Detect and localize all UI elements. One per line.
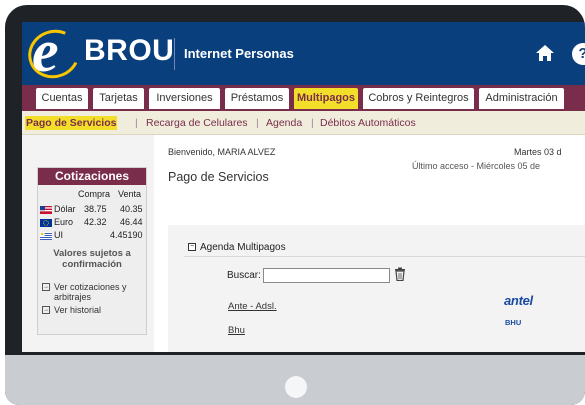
uy-flag-icon [40, 232, 52, 240]
screen: e BROU Internet Personas ? Cuentas Tarje… [22, 22, 585, 352]
logo-mark[interactable]: e [32, 22, 59, 86]
tab-cuentas[interactable]: Cuentas [36, 88, 88, 109]
trash-icon[interactable] [394, 267, 406, 281]
service-link-antel[interactable]: Ante - Adsl. [228, 301, 277, 312]
last-access: Último acceso - Miércoles 05 de [412, 161, 541, 171]
tab-label: Cuentas [41, 92, 83, 104]
quote-sell: 46.44 [120, 217, 143, 227]
tab-administracion[interactable]: Administración [479, 88, 564, 109]
quote-buy: 42.32 [84, 217, 107, 227]
page-title: Pago de Servicios [168, 170, 269, 184]
quote-buy: 38.75 [84, 204, 107, 214]
link-label: Ver historial [54, 305, 102, 315]
subnav-recarga-celulares[interactable]: Recarga de Celulares [146, 111, 248, 135]
quote-row-euro: Euro 42.32 46.44 [40, 217, 146, 228]
tab-prestamos[interactable]: Préstamos [225, 88, 289, 109]
subnav-pago-servicios[interactable]: Pago de Servicios [25, 111, 118, 135]
quote-sell: 4.45190 [110, 230, 143, 240]
subnav-debitos-automaticos[interactable]: Débitos Automáticos [320, 111, 416, 135]
expand-icon: → [42, 306, 50, 314]
link-label: Ver cotizaciones y arbitrajes [54, 282, 127, 302]
tab-label: Cobros y Reintegros [368, 92, 469, 104]
subnav-agenda[interactable]: Agenda [266, 111, 302, 135]
quotes-disclaimer: Valores sujetos a confirmación [53, 248, 131, 270]
site-title: Internet Personas [184, 46, 294, 61]
tab-label: Administración [485, 92, 558, 104]
us-flag-icon [40, 206, 52, 214]
bhu-logo: BHU [505, 318, 522, 327]
main-content: Bienvenido, MARIA ALVEZ Martes 03 d Últi… [154, 135, 585, 352]
tab-cobros-reintegros[interactable]: Cobros y Reintegros [363, 88, 474, 109]
panel-title-text: Agenda Multipagos [200, 242, 286, 253]
agenda-panel: − Agenda Multipagos Buscar: Ante - Adsl. … [168, 225, 585, 352]
help-icon[interactable]: ? [572, 43, 585, 65]
search-label: Buscar: [227, 270, 261, 281]
tab-label: Inversiones [156, 92, 213, 104]
tab-label: Préstamos [230, 92, 284, 104]
agenda-panel-title[interactable]: − Agenda Multipagos [188, 242, 286, 253]
quote-sell: 40.35 [120, 204, 143, 214]
tab-multipagos[interactable]: Multipagos [294, 88, 358, 109]
quote-row-dolar: Dólar 38.75 40.35 [40, 204, 146, 215]
sidebar: Cotizaciones Compra Venta Dólar 38.75 40… [22, 135, 154, 352]
expand-icon: → [42, 283, 50, 291]
eu-flag-icon [40, 219, 52, 227]
quote-name: Euro [54, 217, 74, 227]
tab-inversiones[interactable]: Inversiones [149, 88, 220, 109]
header-divider [174, 38, 175, 70]
main-tab-bar: Cuentas Tarjetas Inversiones Préstamos M… [22, 85, 585, 111]
subnav-separator: | [256, 117, 259, 129]
antel-logo: antel [504, 293, 533, 308]
welcome-message: Bienvenido, MARIA ALVEZ [168, 147, 276, 157]
service-link-bhu[interactable]: Bhu [228, 325, 245, 336]
quote-row-ui: UI 4.45190 [40, 230, 146, 241]
quote-name: UI [54, 230, 63, 240]
panel-divider [184, 256, 585, 257]
search-input[interactable] [263, 268, 390, 283]
col-venta: Venta [118, 189, 142, 199]
tab-label: Multipagos [296, 92, 356, 104]
quotes-title: Cotizaciones [38, 168, 146, 185]
tablet-frame: e BROU Internet Personas ? Cuentas Tarje… [5, 5, 585, 405]
quotes-widget: Cotizaciones Compra Venta Dólar 38.75 40… [37, 167, 147, 335]
quote-name: Dólar [54, 204, 76, 214]
subnav-separator: | [311, 117, 314, 129]
logo-brand-name[interactable]: BROU [84, 34, 174, 68]
subnav-separator: | [135, 117, 138, 129]
collapse-icon[interactable]: − [188, 243, 196, 252]
sub-navigation: Pago de Servicios | Recarga de Celulares… [22, 111, 585, 135]
home-button[interactable] [285, 376, 307, 398]
col-compra: Compra [78, 189, 111, 199]
tab-label: Tarjetas [99, 92, 138, 104]
brand-header: e BROU Internet Personas ? [22, 22, 585, 86]
tab-tarjetas[interactable]: Tarjetas [93, 88, 144, 109]
subnav-label: Pago de Servicios [25, 116, 118, 130]
home-icon[interactable] [535, 43, 555, 63]
current-date: Martes 03 d [514, 147, 562, 157]
